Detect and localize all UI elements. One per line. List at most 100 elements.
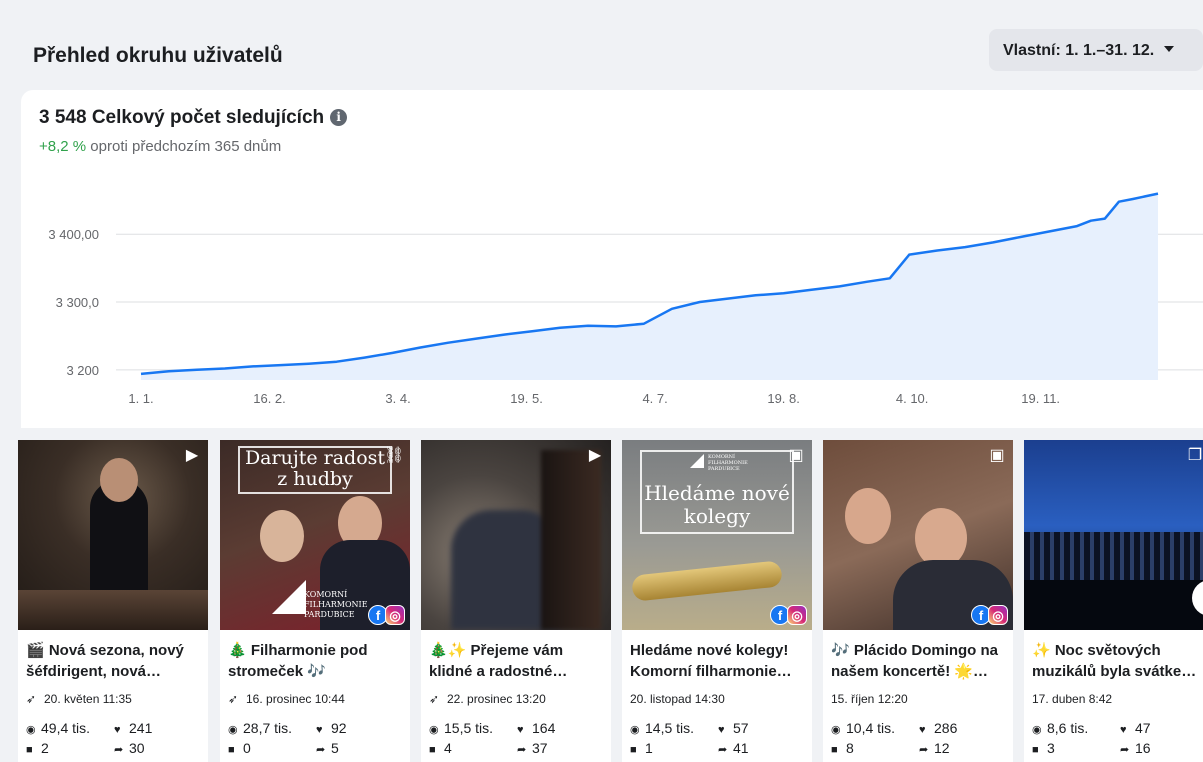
orchestra	[1024, 532, 1203, 580]
post-date-text: 20. listopad 14:30	[630, 692, 725, 706]
share-icon: ➦	[114, 744, 124, 756]
y-tick-label: 3 300,0	[56, 295, 99, 310]
comments-count: 8	[846, 740, 854, 756]
comments-count: 4	[444, 740, 452, 756]
post-card[interactable]: ❐ ✨ Noc světových muzikálů byla svátke… …	[1024, 440, 1203, 762]
shares-count: 30	[129, 740, 145, 756]
shares-count: 37	[532, 740, 548, 756]
post-stats: ◉ 49,4 tis. ♥ 241 ■ 2 ➦ 30	[26, 720, 208, 760]
post-caption: ✨ Noc světových muzikálů byla svátke…	[1032, 642, 1197, 680]
woman-face	[260, 510, 304, 562]
shares-count: 5	[331, 740, 339, 756]
post-date: 15. říjen 12:20	[831, 692, 908, 706]
reel-icon: ▶	[185, 447, 199, 464]
post-date-text: 16. prosinec 10:44	[246, 692, 345, 706]
post-date: ➶ 22. prosinec 13:20	[429, 692, 546, 706]
followers-total: 3 548 Celkový počet sledujících i	[39, 107, 348, 129]
boost-icon: ➶	[429, 692, 440, 706]
post-stats: ◉ 28,7 tis. ♥ 92 ■ 0 ➦ 5	[228, 720, 410, 760]
overlay-title: Darujte radost z hudby	[244, 447, 386, 490]
views-count: 8,6 tis.	[1047, 720, 1089, 736]
date-range-dropdown[interactable]: Vlastní: 1. 1.–31. 12.	[989, 29, 1203, 71]
likes-count: 47	[1135, 720, 1151, 736]
post-thumbnail[interactable]: Darujte radost z hudby KOMORNÍ FILHARMON…	[220, 440, 410, 630]
album-icon: ❐	[1187, 447, 1203, 464]
comment-icon: ■	[831, 744, 838, 756]
post-date-text: 20. květen 11:35	[44, 692, 132, 706]
logo-mark	[272, 580, 306, 614]
delta-percent: +8,2 %	[39, 138, 87, 155]
y-tick-label: 3 400,00	[48, 227, 99, 242]
post-card[interactable]: KOMORNÍ FILHARMONIE PARDUBICE Hledáme no…	[622, 440, 812, 762]
post-date-text: 15. říjen 12:20	[831, 692, 908, 706]
comments-count: 1	[645, 740, 653, 756]
comment-icon: ■	[1032, 744, 1039, 756]
post-card[interactable]: ▶ 🎄✨ Přejeme vám klidné a radostné… ➶ 22.…	[421, 440, 611, 762]
eye-icon: ◉	[228, 724, 238, 736]
man-face	[915, 508, 967, 568]
share-icon: ➦	[1120, 744, 1130, 756]
post-stats: ◉ 10,4 tis. ♥ 286 ■ 8 ➦ 12	[831, 720, 1013, 760]
post-thumbnail[interactable]: ▶	[421, 440, 611, 630]
link-icon: ⛓	[384, 447, 405, 464]
eye-icon: ◉	[429, 724, 439, 736]
y-tick-label: 3 200	[66, 363, 99, 378]
post-card[interactable]: Darujte radost z hudby KOMORNÍ FILHARMON…	[220, 440, 410, 762]
post-thumbnail[interactable]: ▶	[18, 440, 208, 630]
heart-icon: ♥	[1120, 724, 1127, 736]
post-date-text: 17. duben 8:42	[1032, 692, 1113, 706]
heart-icon: ♥	[718, 724, 725, 736]
conductor-head	[100, 458, 138, 502]
comment-icon: ■	[429, 744, 436, 756]
followers-chart: 3 200 3 300,0 3 400,00 1. 1. 16. 2. 3. 4. 19. …	[48, 192, 1203, 406]
platform-icons: f ◎	[368, 605, 405, 625]
heart-icon: ♥	[316, 724, 323, 736]
post-stats: ◉ 14,5 tis. ♥ 57 ■ 1 ➦ 41	[630, 720, 812, 760]
comments-count: 3	[1047, 740, 1055, 756]
x-tick-label: 19. 11.	[1021, 391, 1060, 406]
post-caption: 🎄 Filharmonie pod stromeček 🎶	[228, 642, 368, 680]
post-card[interactable]: ▣ f ◎ 🎶 Plácido Domingo na našem koncertě…	[823, 440, 1013, 762]
likes-count: 286	[934, 720, 958, 736]
post-thumbnail[interactable]: ▣ f ◎	[823, 440, 1013, 630]
eye-icon: ◉	[831, 724, 841, 736]
views-count: 28,7 tis.	[243, 720, 293, 736]
boost-icon: ➶	[26, 692, 37, 706]
share-icon: ➦	[517, 744, 527, 756]
followers-card: 3 548 Celkový počet sledujících i +8,2 % …	[21, 90, 1203, 430]
shares-count: 12	[934, 740, 950, 756]
series-area	[141, 193, 1158, 380]
post-thumbnail[interactable]: ❐	[1024, 440, 1203, 630]
share-icon: ➦	[718, 744, 728, 756]
post-card[interactable]: ▶ 🎬 Nová sezona, nový šéfdirigent, nová……	[18, 440, 208, 762]
views-count: 49,4 tis.	[41, 720, 91, 736]
heart-icon: ♥	[114, 724, 121, 736]
post-date: ➶ 20. květen 11:35	[26, 692, 132, 706]
x-tick-label: 19. 5.	[510, 391, 543, 406]
reel-icon: ▶	[588, 447, 602, 464]
post-caption: 🎶 Plácido Domingo na našem koncertě! 🌟…	[831, 642, 999, 680]
post-date: 20. listopad 14:30	[630, 692, 725, 706]
share-icon: ➦	[316, 744, 326, 756]
post-date-text: 22. prosinec 13:20	[447, 692, 546, 706]
x-tick-label: 4. 7.	[642, 391, 667, 406]
delta-text: oproti předchozím 365 dnům	[90, 138, 282, 155]
followers-delta: +8,2 % oproti předchozím 365 dnům	[39, 138, 281, 155]
info-icon[interactable]: i	[330, 109, 348, 126]
post-thumbnail[interactable]: KOMORNÍ FILHARMONIE PARDUBICE Hledáme no…	[622, 440, 812, 630]
post-date: ➶ 16. prosinec 10:44	[228, 692, 345, 706]
trumpet	[631, 560, 783, 602]
post-date: 17. duben 8:42	[1032, 692, 1112, 706]
post-stats: ◉ 15,5 tis. ♥ 164 ■ 4 ➦ 37	[429, 720, 611, 760]
overlay-logo: KOMORNÍ FILHARMONIE PARDUBICE	[708, 454, 748, 472]
violin-blur	[541, 450, 601, 630]
comment-icon: ■	[630, 744, 637, 756]
woman-face	[845, 488, 891, 544]
x-tick-label: 1. 1.	[128, 391, 153, 406]
comments-count: 0	[243, 740, 251, 756]
eye-icon: ◉	[1032, 724, 1042, 736]
likes-count: 164	[532, 720, 556, 736]
comments-count: 2	[41, 740, 49, 756]
x-tick-label: 16. 2.	[253, 391, 286, 406]
x-tick-label: 4. 10.	[896, 391, 929, 406]
